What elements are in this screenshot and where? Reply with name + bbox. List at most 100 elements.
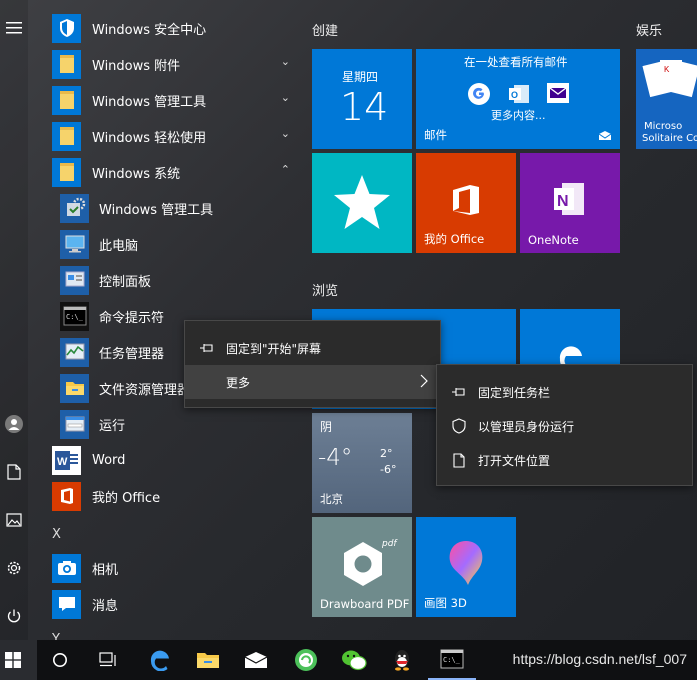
app-item-word[interactable]: W Word (52, 443, 296, 477)
browser-360-icon (295, 649, 317, 671)
taskbar-mail-button[interactable] (232, 640, 280, 680)
group-letter-x[interactable]: X (52, 527, 61, 542)
chevron-right-icon (420, 374, 428, 391)
settings-button[interactable] (0, 556, 28, 580)
app-item-label: Windows 系统 (92, 166, 181, 182)
power-button[interactable] (0, 604, 28, 628)
taskbar: C:\_ https://blog.csdn.net/lsf_007 (0, 640, 697, 680)
mail-tile[interactable]: 在一处查看所有邮件 O 更多内容... 邮件 (416, 49, 620, 149)
app-item-label: Windows 管理工具 (99, 202, 214, 218)
svg-text:K: K (664, 65, 670, 74)
mail-more-text: 更多内容... (491, 109, 546, 122)
group-title-browse[interactable]: 浏览 (312, 280, 338, 299)
menu-item-label: 固定到"开始"屏幕 (226, 341, 322, 356)
app-item-label: 运行 (99, 418, 126, 434)
pictures-button[interactable] (0, 508, 28, 532)
app-item-label: 此电脑 (99, 238, 139, 254)
menu-item-more[interactable]: 更多 (185, 365, 440, 399)
wechat-icon (342, 650, 367, 671)
csdn-watermark: https://blog.csdn.net/lsf_007 (512, 651, 687, 667)
app-item-label: Windows 轻松使用 (92, 130, 207, 146)
app-item-my-office[interactable]: 我的 Office (52, 479, 296, 513)
group-title-entertainment[interactable]: 娱乐 (636, 20, 662, 39)
weather-tile[interactable]: 阴 -4° 2° -6° 北京 (312, 413, 412, 513)
this-pc-icon (60, 229, 89, 259)
folder-icon (52, 121, 81, 151)
favorites-tile[interactable] (312, 153, 412, 253)
word-icon: W (52, 445, 81, 475)
taskbar-file-explorer-button[interactable] (184, 640, 232, 680)
app-folder-accessories[interactable]: Windows 附件 ⌄ (52, 47, 296, 81)
yahoo-mail-icon (547, 83, 569, 103)
search-button[interactable] (36, 640, 84, 680)
menu-item-pin-to-taskbar[interactable]: 固定到任务栏 (437, 375, 692, 409)
taskbar-360-browser-button[interactable] (282, 640, 330, 680)
pin-icon (449, 387, 469, 397)
hamburger-menu-button[interactable] (0, 16, 28, 40)
app-item-label: 相机 (92, 562, 119, 578)
cmd-icon: C:\_ (60, 301, 89, 331)
taskbar-qq-button[interactable] (378, 640, 426, 680)
mail-tile-label: 邮件 (424, 128, 447, 142)
admin-tools-icon (60, 193, 89, 223)
weather-high: 2° (380, 447, 393, 460)
drawboard-pdf-tile[interactable]: pdf Drawboard PDF (312, 517, 412, 617)
menu-item-open-file-location[interactable]: 打开文件位置 (437, 443, 692, 477)
app-folder-windows-system[interactable]: Windows 系统 ⌃ (52, 155, 296, 189)
onenote-tile-label: OneNote (528, 233, 579, 247)
onenote-logo-icon: N (554, 183, 584, 215)
app-item-label: Windows 安全中心 (92, 22, 207, 38)
task-view-button[interactable] (84, 640, 132, 680)
app-item-label: 任务管理器 (99, 346, 165, 362)
documents-button[interactable] (0, 460, 28, 484)
user-avatar-icon (5, 415, 23, 433)
taskbar-cmd-button[interactable]: C:\_ (428, 640, 476, 680)
onenote-tile[interactable]: N OneNote (520, 153, 620, 253)
solitaire-tile[interactable]: K Microso Solitaire Colle (636, 49, 697, 149)
drawboard-logo-icon (344, 542, 382, 586)
menu-item-run-as-admin[interactable]: 以管理员身份运行 (437, 409, 692, 443)
my-office-tile[interactable]: 我的 Office (416, 153, 516, 253)
chevron-up-icon: ⌃ (280, 163, 290, 176)
outlook-icon: O (508, 83, 530, 109)
weather-temp: -4° (318, 445, 353, 471)
app-item-this-pc[interactable]: 此电脑 (52, 227, 296, 261)
pin-icon (197, 343, 217, 353)
paint-3d-tile[interactable]: 画图 3D (416, 517, 516, 617)
app-folder-ease-of-access[interactable]: Windows 轻松使用 ⌄ (52, 119, 296, 153)
app-item-control-panel[interactable]: 控制面板 (52, 263, 296, 297)
app-item-label: Windows 管理工具 (92, 94, 207, 110)
app-item-security-center[interactable]: Windows 安全中心 (52, 11, 296, 45)
start-button[interactable] (0, 640, 37, 680)
windows-logo-icon (5, 652, 21, 668)
task-view-icon (99, 652, 116, 667)
shield-icon (52, 13, 81, 43)
group-title-create[interactable]: 创建 (312, 20, 338, 39)
more-submenu: 固定到任务栏 以管理员身份运行 打开文件位置 (436, 364, 693, 486)
taskbar-edge-button[interactable] (136, 640, 184, 680)
office-icon (52, 481, 81, 511)
file-explorer-icon (197, 653, 219, 668)
app-folder-admin-tools[interactable]: Windows 管理工具 ⌄ (52, 83, 296, 117)
app-item-camera[interactable]: 相机 (52, 551, 296, 585)
task-manager-icon (60, 337, 89, 367)
my-office-tile-label: 我的 Office (424, 232, 485, 246)
calendar-tile[interactable]: 星期四 14 (312, 49, 412, 149)
cmd-icon: C:\_ (440, 649, 464, 669)
app-item-messaging[interactable]: 消息 (52, 587, 296, 621)
messaging-icon (52, 589, 81, 619)
app-item-label: 我的 Office (92, 490, 161, 506)
menu-item-pin-to-start[interactable]: 固定到"开始"屏幕 (185, 331, 440, 365)
taskbar-wechat-button[interactable] (330, 640, 378, 680)
app-item-run[interactable]: 运行 (52, 407, 296, 441)
account-button[interactable] (0, 412, 28, 436)
app-item-label: 控制面板 (99, 274, 152, 290)
group-letter-y[interactable]: Y (52, 632, 60, 640)
drawboard-badge: pdf (382, 539, 397, 549)
start-left-rail (0, 0, 28, 640)
chevron-down-icon: ⌄ (280, 127, 290, 140)
document-icon (7, 464, 21, 480)
app-item-admin-tools[interactable]: Windows 管理工具 (52, 191, 296, 225)
qq-penguin-icon (395, 650, 409, 671)
shield-icon (449, 418, 469, 434)
